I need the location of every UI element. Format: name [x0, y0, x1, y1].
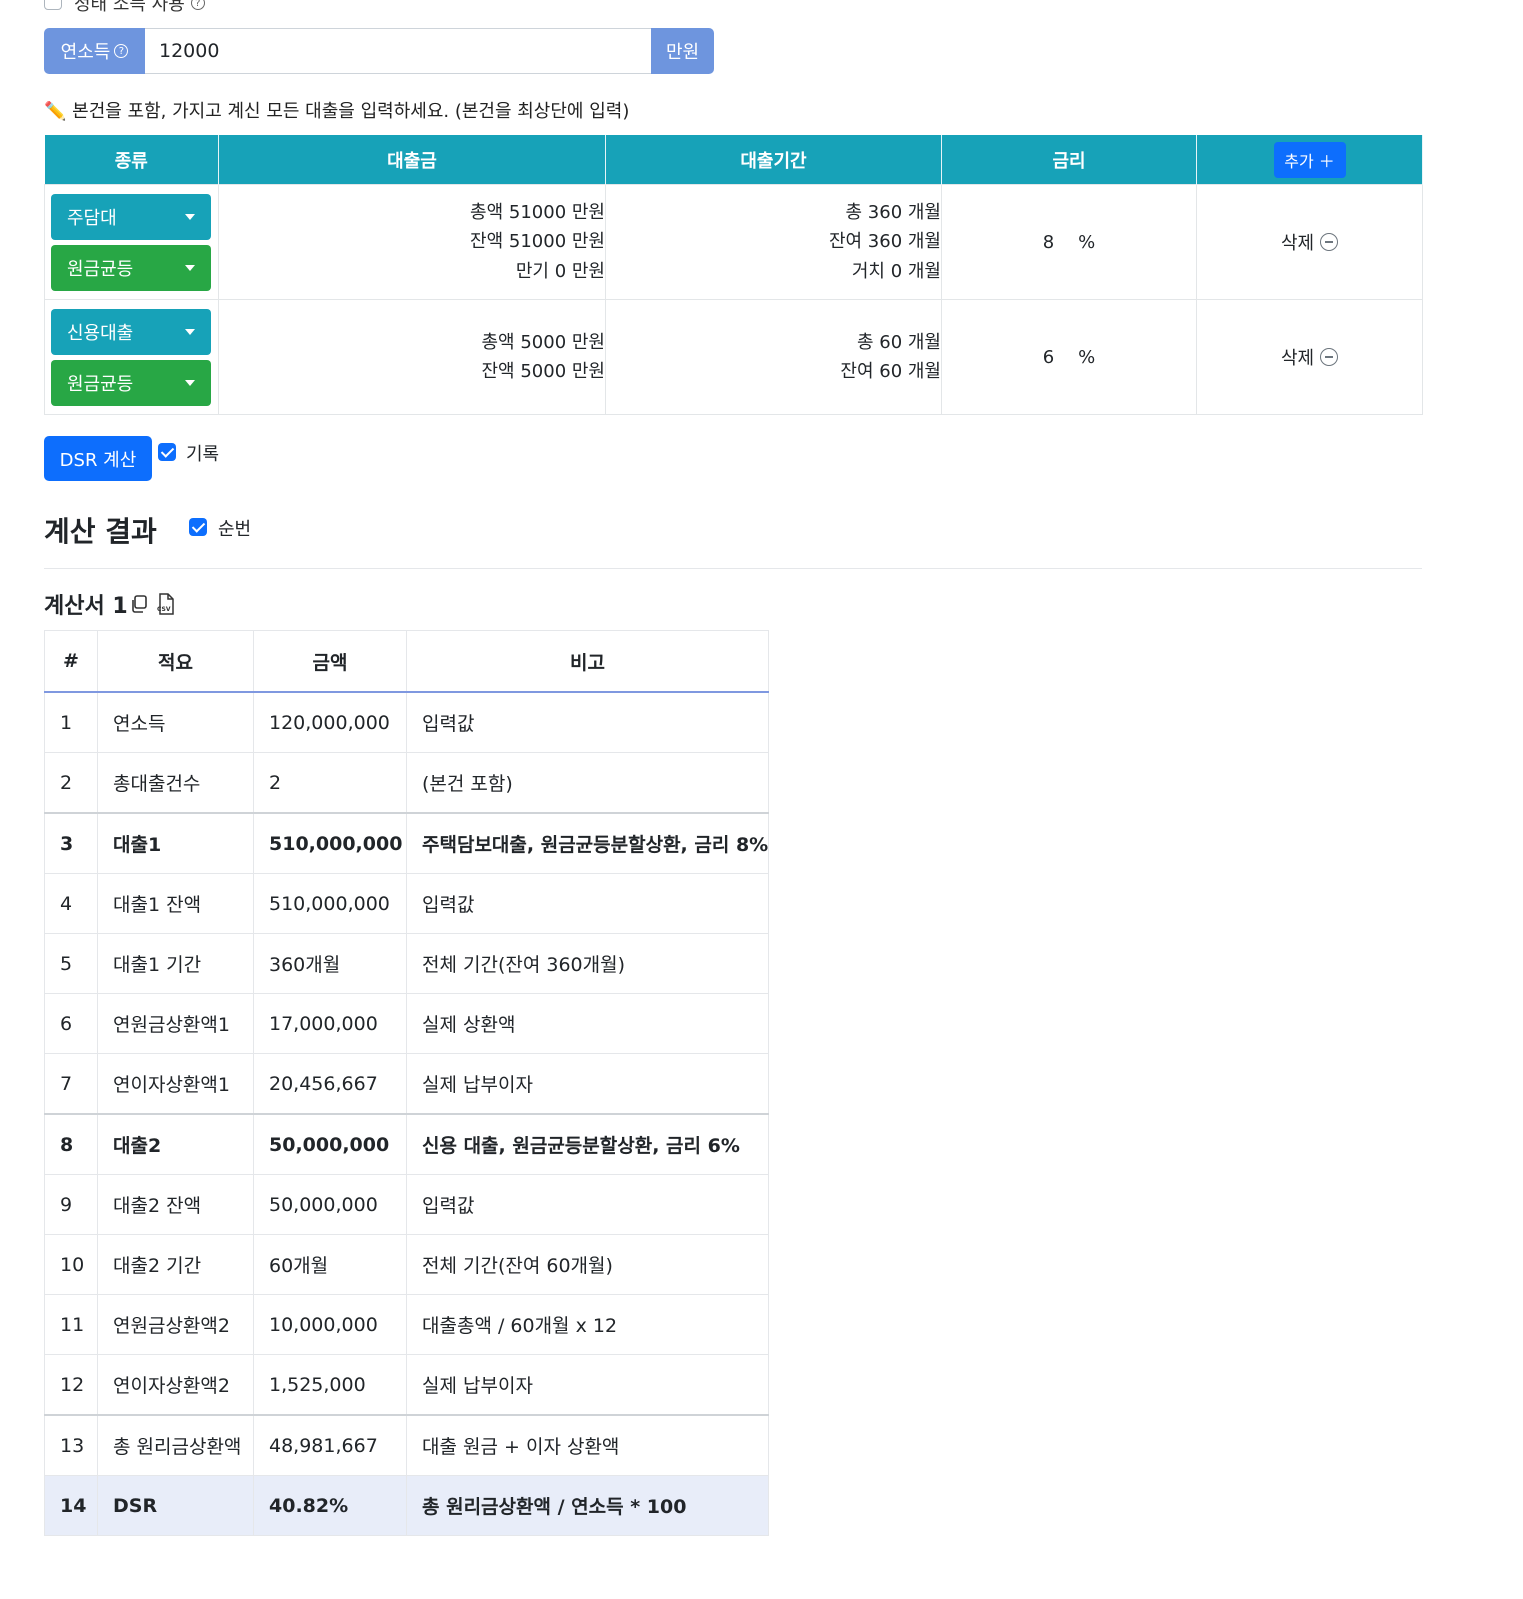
- dsr-calc-button[interactable]: DSR 계산: [44, 436, 152, 481]
- loan-balance-amount[interactable]: 잔액 5000 만원: [219, 357, 606, 387]
- col-amount: 대출금: [218, 135, 606, 185]
- table-row: 3 대출1 510,000,000 주택담보대출, 원금균등분할상환, 금리 8%: [44, 812, 769, 874]
- loan-grace-period[interactable]: 거치 0 개월: [606, 257, 941, 287]
- order-label: 순번: [218, 519, 252, 540]
- table-row: 4 대출1 잔액 510,000,000 입력값: [44, 873, 769, 934]
- col-remark: 비고: [406, 630, 769, 693]
- caret-down-icon: [185, 328, 195, 335]
- result-title: 계산 결과: [44, 515, 157, 548]
- stable-income-checkbox[interactable]: [44, 0, 62, 10]
- loan-rate-input[interactable]: 6: [1043, 347, 1054, 368]
- loan-remaining-period[interactable]: 잔여 360 개월: [606, 227, 941, 257]
- sheet-title: 계산서 1: [44, 594, 128, 619]
- caret-down-icon: [185, 379, 195, 386]
- minus-circle-icon: [1320, 348, 1339, 366]
- loan-remaining-period[interactable]: 잔여 60 개월: [606, 357, 941, 387]
- table-row: 10 대출2 기간 60개월 전체 기간(잔여 60개월): [44, 1234, 769, 1295]
- delete-loan-button[interactable]: 삭제: [1197, 344, 1422, 370]
- help-icon[interactable]: ?: [114, 44, 129, 58]
- col-period: 대출기간: [605, 135, 942, 185]
- table-row: 8 대출2 50,000,000 신용 대출, 원금균등분할상환, 금리 6%: [44, 1113, 769, 1175]
- loan-maturity-amount[interactable]: 만기 0 만원: [219, 257, 605, 287]
- loan-type-select[interactable]: 주담대: [51, 193, 211, 240]
- stable-income-label: 정태 소득 사용 ?: [74, 0, 205, 16]
- table-row: 9 대출2 잔액 50,000,000 입력값: [44, 1174, 769, 1235]
- repayment-method-select[interactable]: 원금균등: [51, 359, 211, 406]
- loan-balance-amount[interactable]: 잔액 51000 만원: [219, 227, 605, 257]
- col-type: 종류: [44, 135, 219, 185]
- loans-table: 종류 대출금 대출기간 금리 추가 ＋ 주담대 원금균등 총액 51000 만원…: [44, 135, 1423, 415]
- income-label: 연소득 ?: [44, 28, 145, 74]
- table-row: 12 연이자상환액2 1,525,000 실제 납부이자: [44, 1354, 769, 1416]
- table-row: 1 연소득 120,000,000 입력값: [44, 691, 769, 753]
- caret-down-icon: [185, 264, 195, 271]
- col-value: 금액: [253, 630, 407, 693]
- result-table: # 적요 금액 비고 1 연소득 120,000,000 입력값 2 총대출건수 2 (본건…: [44, 630, 769, 1536]
- help-icon[interactable]: ?: [190, 0, 205, 10]
- col-rate: 금리: [941, 135, 1197, 185]
- income-unit: 만원: [651, 28, 714, 74]
- add-loan-button[interactable]: 추가 ＋: [1273, 141, 1346, 178]
- loan-type-select[interactable]: 신용대출: [51, 308, 211, 355]
- delete-loan-button[interactable]: 삭제: [1197, 229, 1422, 255]
- loan-total-period[interactable]: 총 60 개월: [606, 328, 941, 358]
- loan-total-amount[interactable]: 총액 51000 만원: [219, 198, 605, 228]
- section-divider: [44, 568, 1422, 569]
- minus-circle-icon: [1320, 233, 1339, 251]
- table-row: 2 총대출건수 2 (본건 포함): [44, 752, 769, 814]
- loan-rate-input[interactable]: 8: [1043, 232, 1054, 253]
- record-checkbox[interactable]: [158, 443, 176, 461]
- loan-total-amount[interactable]: 총액 5000 만원: [219, 328, 606, 358]
- col-actions: 추가 ＋: [1196, 135, 1423, 185]
- record-label: 기록: [186, 444, 220, 465]
- dsr-result-row: 14 DSR 40.82% 총 원리금상환액 / 연소득 * 100: [44, 1475, 769, 1536]
- col-index: #: [44, 630, 98, 693]
- table-row: 11 연원금상환액2 10,000,000 대출총액 / 60개월 x 12: [44, 1294, 769, 1355]
- caret-down-icon: [185, 213, 195, 220]
- loan-row: 주담대 원금균등 총액 51000 만원 잔액 51000 만원 만기 0 만원…: [44, 184, 1423, 300]
- csv-download-icon[interactable]: CSV: [156, 592, 176, 616]
- income-input[interactable]: [145, 28, 651, 74]
- loan-total-period[interactable]: 총 360 개월: [606, 198, 941, 228]
- table-row: 5 대출1 기간 360개월 전체 기간(잔여 360개월): [44, 933, 769, 994]
- table-row: 13 총 원리금상환액 48,981,667 대출 원금 + 이자 상환액: [44, 1414, 769, 1476]
- table-row: 6 연원금상환액1 17,000,000 실제 상환액: [44, 993, 769, 1054]
- repayment-method-select[interactable]: 원금균등: [51, 244, 211, 291]
- copy-icon[interactable]: [129, 594, 149, 614]
- loan-row: 신용대출 원금균등 총액 5000 만원 잔액 5000 만원 총 60 개월 …: [44, 299, 1423, 415]
- col-description: 적요: [97, 630, 254, 693]
- rate-unit: %: [1078, 231, 1096, 253]
- order-checkbox[interactable]: [189, 518, 207, 536]
- rate-unit: %: [1078, 346, 1096, 368]
- table-row: 7 연이자상환액1 20,456,667 실제 납부이자: [44, 1053, 769, 1115]
- instruction-note: ✏️ 본건을 포함, 가지고 계신 모든 대출을 입력하세요. (본건을 최상단…: [44, 101, 630, 122]
